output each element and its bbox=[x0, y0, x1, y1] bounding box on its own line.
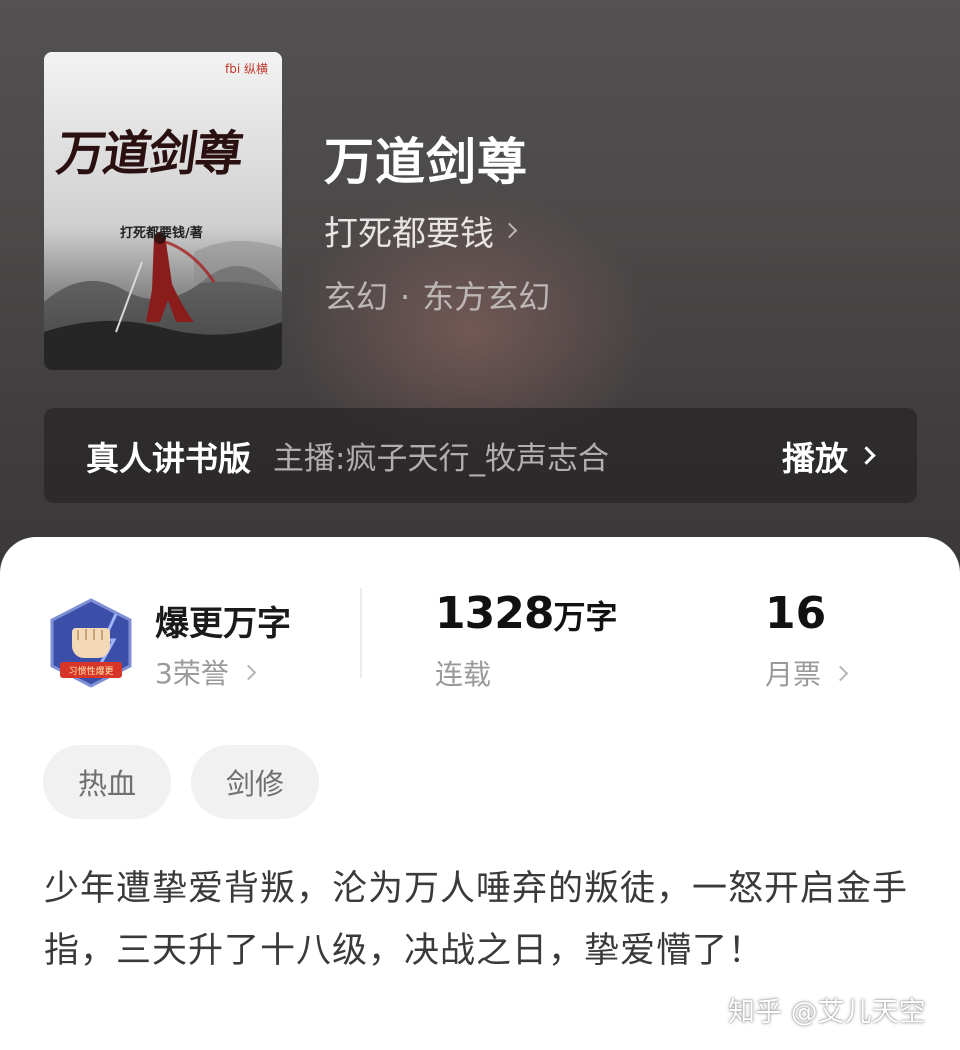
cover-publisher-mark: fbi 纵横 bbox=[225, 62, 268, 76]
play-button[interactable]: 播放 bbox=[782, 432, 876, 480]
genre-row: 玄幻 · 东方玄幻 bbox=[324, 272, 550, 318]
badge-ribbon-text: 习惯性爆更 bbox=[68, 665, 113, 677]
word-count-number: 1328 bbox=[435, 588, 554, 639]
monthly-ticket-link[interactable]: 月票 bbox=[765, 653, 849, 693]
play-button-label: 播放 bbox=[782, 438, 848, 478]
honor-title: 爆更万字 bbox=[155, 604, 291, 644]
genre-secondary[interactable]: 东方玄幻 bbox=[422, 278, 550, 316]
watermark: 知乎 @艾儿天空 bbox=[728, 997, 926, 1028]
chevron-right-icon bbox=[501, 222, 518, 239]
chevron-right-icon bbox=[832, 665, 849, 681]
word-count: 1328万字 bbox=[435, 588, 617, 639]
book-cover[interactable]: fbi 纵横 万道剑尊 打死都要钱/著 bbox=[44, 52, 282, 370]
audio-host-label: 主播:疯子天行_牧声志合 bbox=[273, 441, 609, 477]
audio-version-bar[interactable]: 真人讲书版 主播:疯子天行_牧声志合 播放 bbox=[44, 408, 917, 503]
word-count-unit: 万字 bbox=[553, 598, 618, 636]
stats-divider bbox=[360, 588, 362, 678]
monthly-ticket-label: 月票 bbox=[765, 658, 822, 691]
author-link[interactable]: 打死都要钱 bbox=[324, 206, 518, 255]
author-name: 打死都要钱 bbox=[324, 214, 494, 254]
cover-title-calligraphy: 万道剑尊 bbox=[53, 126, 246, 182]
genre-separator: · bbox=[400, 278, 411, 316]
tag-chip[interactable]: 热血 bbox=[43, 745, 171, 819]
honor-count-link[interactable]: 3荣誉 bbox=[155, 652, 257, 692]
serial-status: 连载 bbox=[435, 658, 492, 691]
monthly-ticket-count: 16 bbox=[765, 588, 827, 639]
chevron-right-icon bbox=[857, 446, 876, 465]
book-description: 少年遭挚爱背叛，沦为万人唾弃的叛徒，一怒开启金手指，三天升了十八级，决战之日，挚… bbox=[44, 869, 909, 971]
cover-author-text: 打死都要钱/著 bbox=[120, 226, 203, 241]
tag-chip[interactable]: 剑修 bbox=[191, 745, 319, 819]
audio-version-label: 真人讲书版 bbox=[86, 438, 251, 478]
chevron-right-icon bbox=[240, 664, 257, 680]
genre-primary[interactable]: 玄幻 bbox=[324, 278, 388, 316]
honor-badge-icon[interactable]: 习惯性爆更 bbox=[46, 596, 136, 690]
book-title: 万道剑尊 bbox=[324, 132, 528, 191]
honor-count: 3荣誉 bbox=[155, 657, 229, 690]
cover-artwork bbox=[44, 52, 282, 370]
